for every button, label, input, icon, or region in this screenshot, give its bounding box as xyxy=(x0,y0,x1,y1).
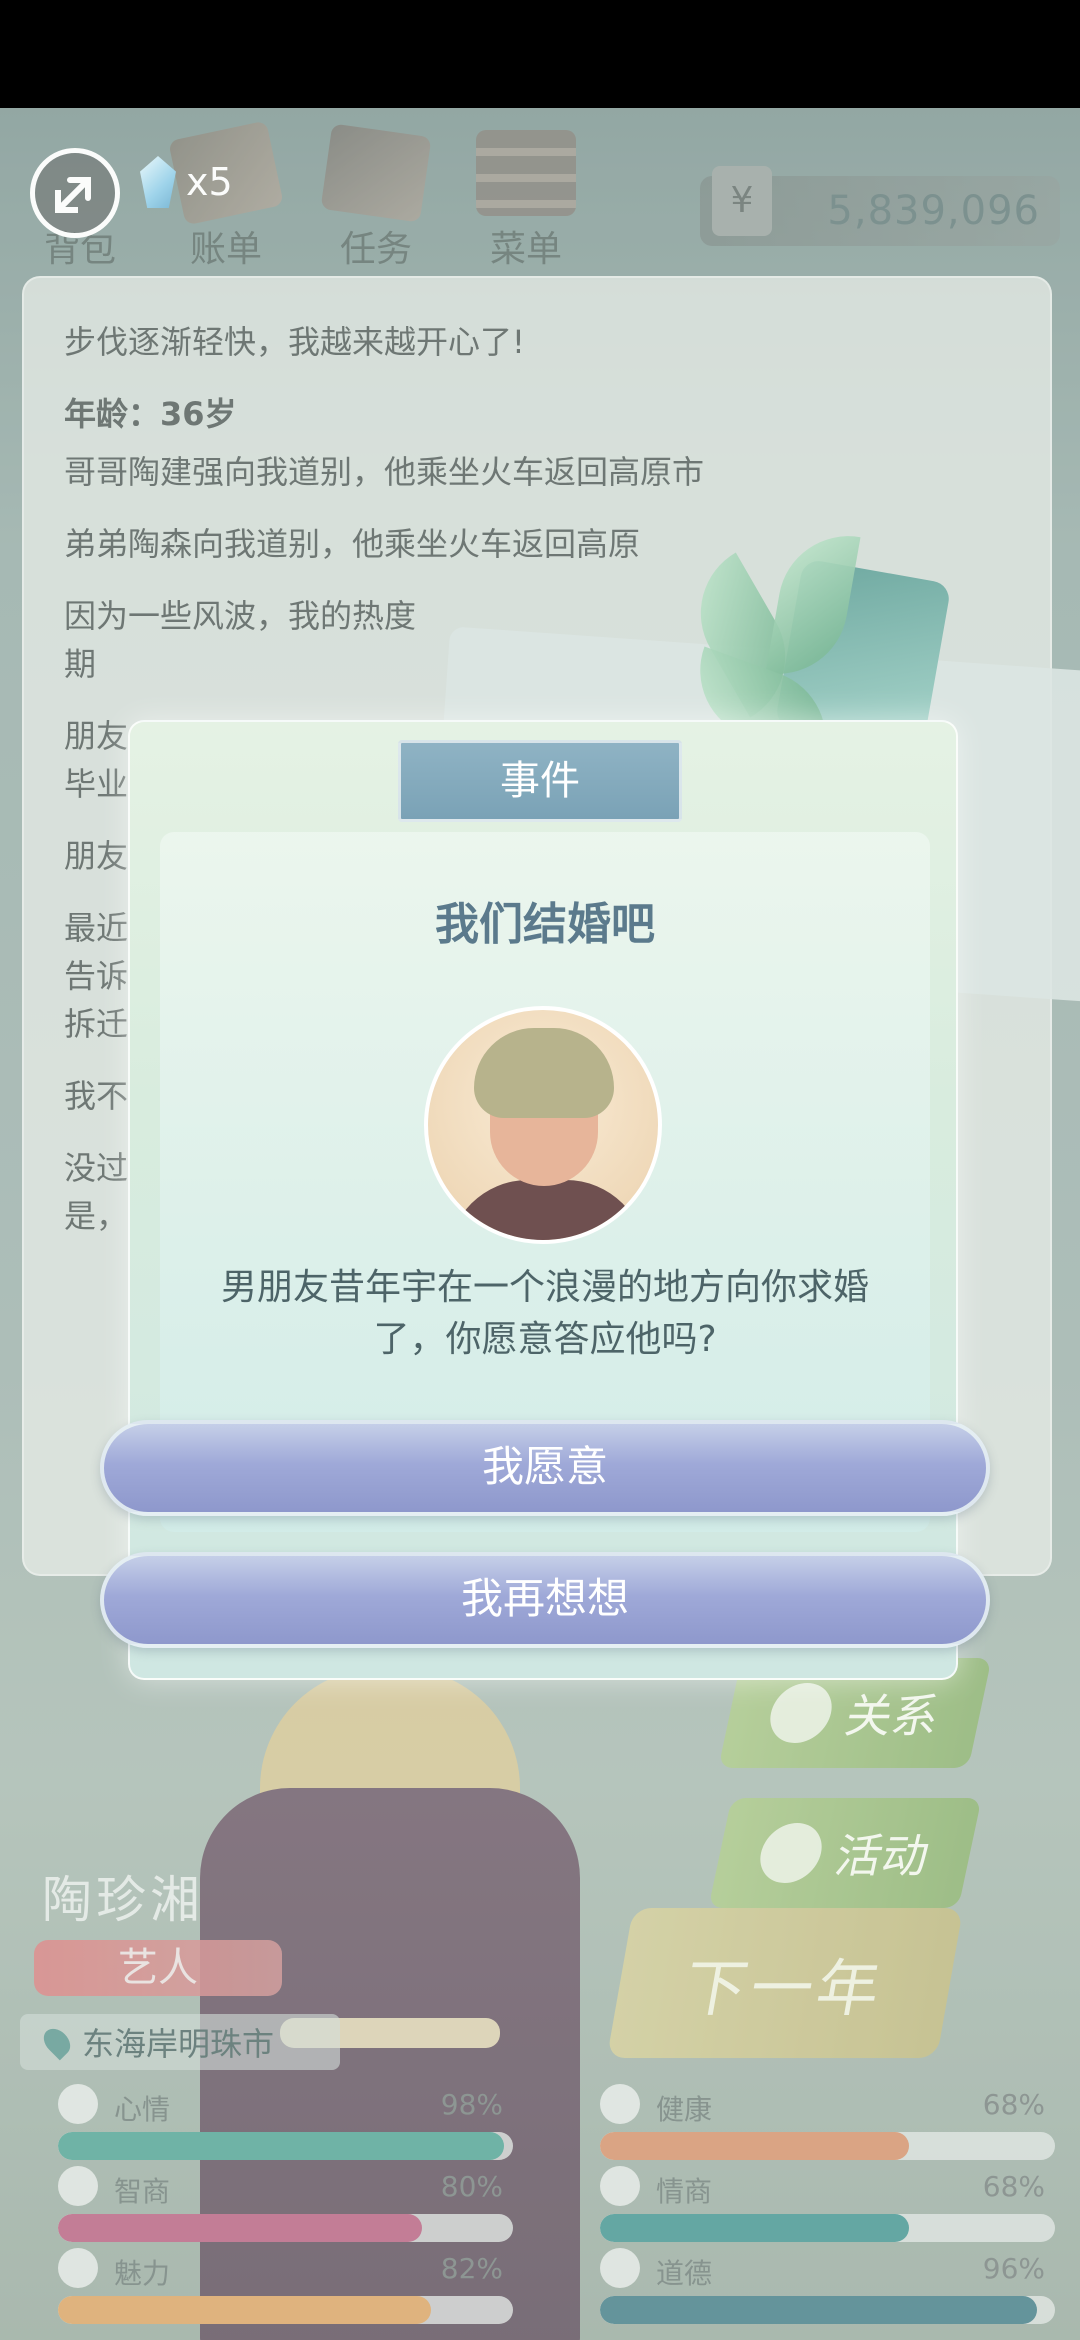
status-bar xyxy=(0,0,1080,108)
dialog-message: 男朋友昔年宇在一个浪漫的地方向你求婚了，你愿意答应他吗? xyxy=(220,1267,869,1360)
decline-button[interactable]: 我再想想 xyxy=(100,1552,990,1648)
accept-button[interactable]: 我愿意 xyxy=(100,1420,990,1516)
dialog-tab: 事件 xyxy=(398,740,682,822)
event-dialog: 事件 我们结婚吧 男朋友昔年宇在一个浪漫的地方向你求婚了，你愿意答应他吗? 我愿… xyxy=(100,525,1080,1680)
dialog-panel: 事件 我们结婚吧 男朋友昔年宇在一个浪漫的地方向你求婚了，你愿意答应他吗? 我愿… xyxy=(100,720,990,1680)
boyfriend-avatar xyxy=(424,1006,662,1244)
dialog-title: 我们结婚吧 xyxy=(435,899,655,950)
leaf-decoration xyxy=(675,520,948,764)
